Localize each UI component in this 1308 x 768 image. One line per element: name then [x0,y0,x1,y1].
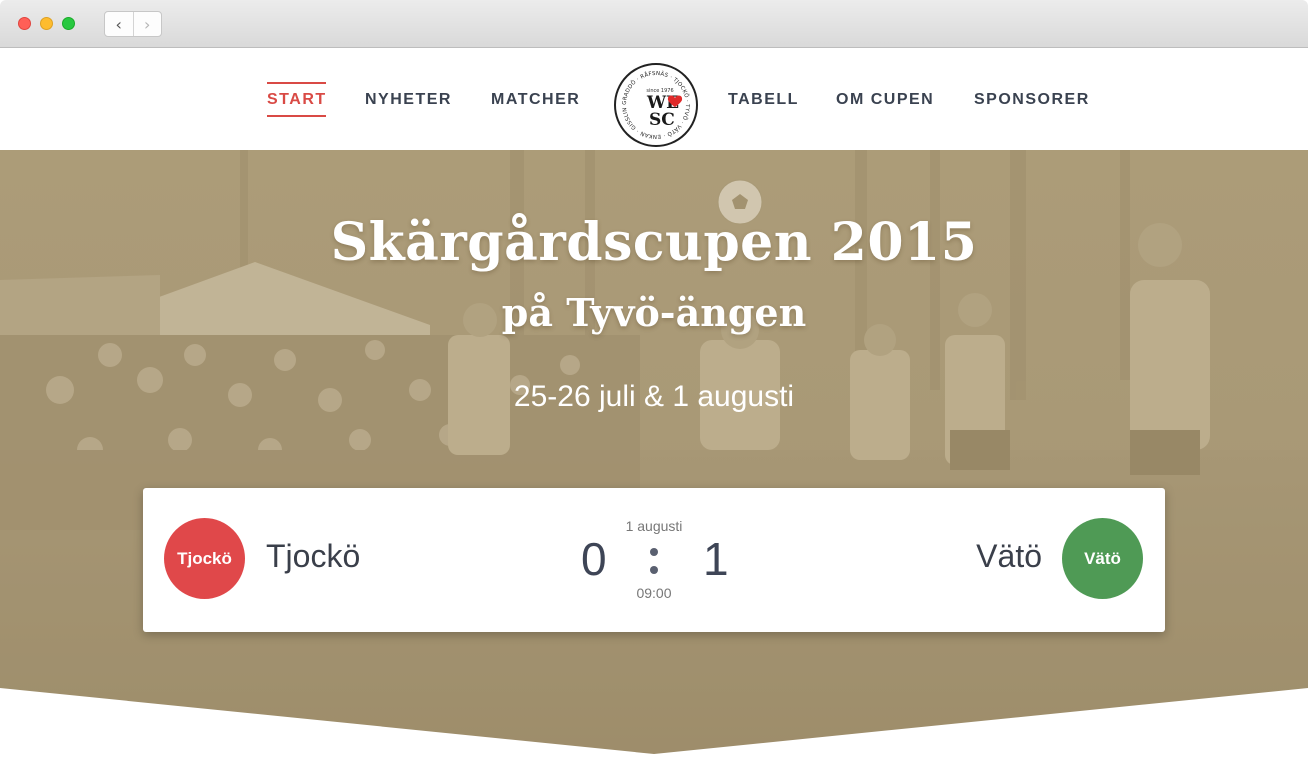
score-separator [650,548,658,574]
away-team-badge[interactable]: Vätö [1062,518,1143,599]
away-score: 1 [703,533,729,585]
forward-arrow-icon[interactable]: › [132,12,162,36]
history-buttons: ‹ › [104,11,162,37]
match-card[interactable]: Tjockö Tjockö 1 augusti 0 1 09:00 Vätö V… [143,488,1165,632]
hero-dates: 25-26 juli & 1 augusti [513,380,795,413]
back-arrow-icon[interactable]: ‹ [105,12,133,36]
logo-line2: SC [649,110,675,130]
maximize-window-button[interactable] [62,17,75,30]
site-navigation: START NYHETER MATCHER GRADDÖ · RÅFSNÄS ·… [0,49,1308,150]
home-team-name[interactable]: Tjockö [266,538,360,575]
hero-subtitle: på Tyvö-ängen [501,290,807,335]
away-team-name[interactable]: Vätö [976,538,1042,575]
site-logo[interactable]: GRADDÖ · RÅFSNÄS · TJOCKÖ · TYVÖ · VÄTÖ … [614,63,698,147]
logo-emblem: GRADDÖ · RÅFSNÄS · TJOCKÖ · TYVÖ · VÄTÖ … [616,65,690,139]
match-date: 1 augusti [625,518,683,534]
nav-item-tabell[interactable]: TABELL [728,91,799,109]
hero-section: Skärgårdscupen 2015 på Tyvö-ängen 25-26 … [0,150,1308,768]
nav-item-nyheter[interactable]: NYHETER [365,91,452,109]
home-score: 0 [581,533,607,585]
close-window-button[interactable] [18,17,31,30]
match-time: 09:00 [636,585,672,601]
hero-title: Skärgårdscupen 2015 [330,212,978,273]
nav-item-sponsorer[interactable]: SPONSORER [974,91,1090,109]
nav-item-start[interactable]: START [267,82,327,117]
nav-item-matcher[interactable]: MATCHER [491,91,580,109]
minimize-window-button[interactable] [40,17,53,30]
nav-item-om-cupen[interactable]: OM CUPEN [836,91,934,109]
browser-toolbar: ‹ › [0,0,1308,48]
